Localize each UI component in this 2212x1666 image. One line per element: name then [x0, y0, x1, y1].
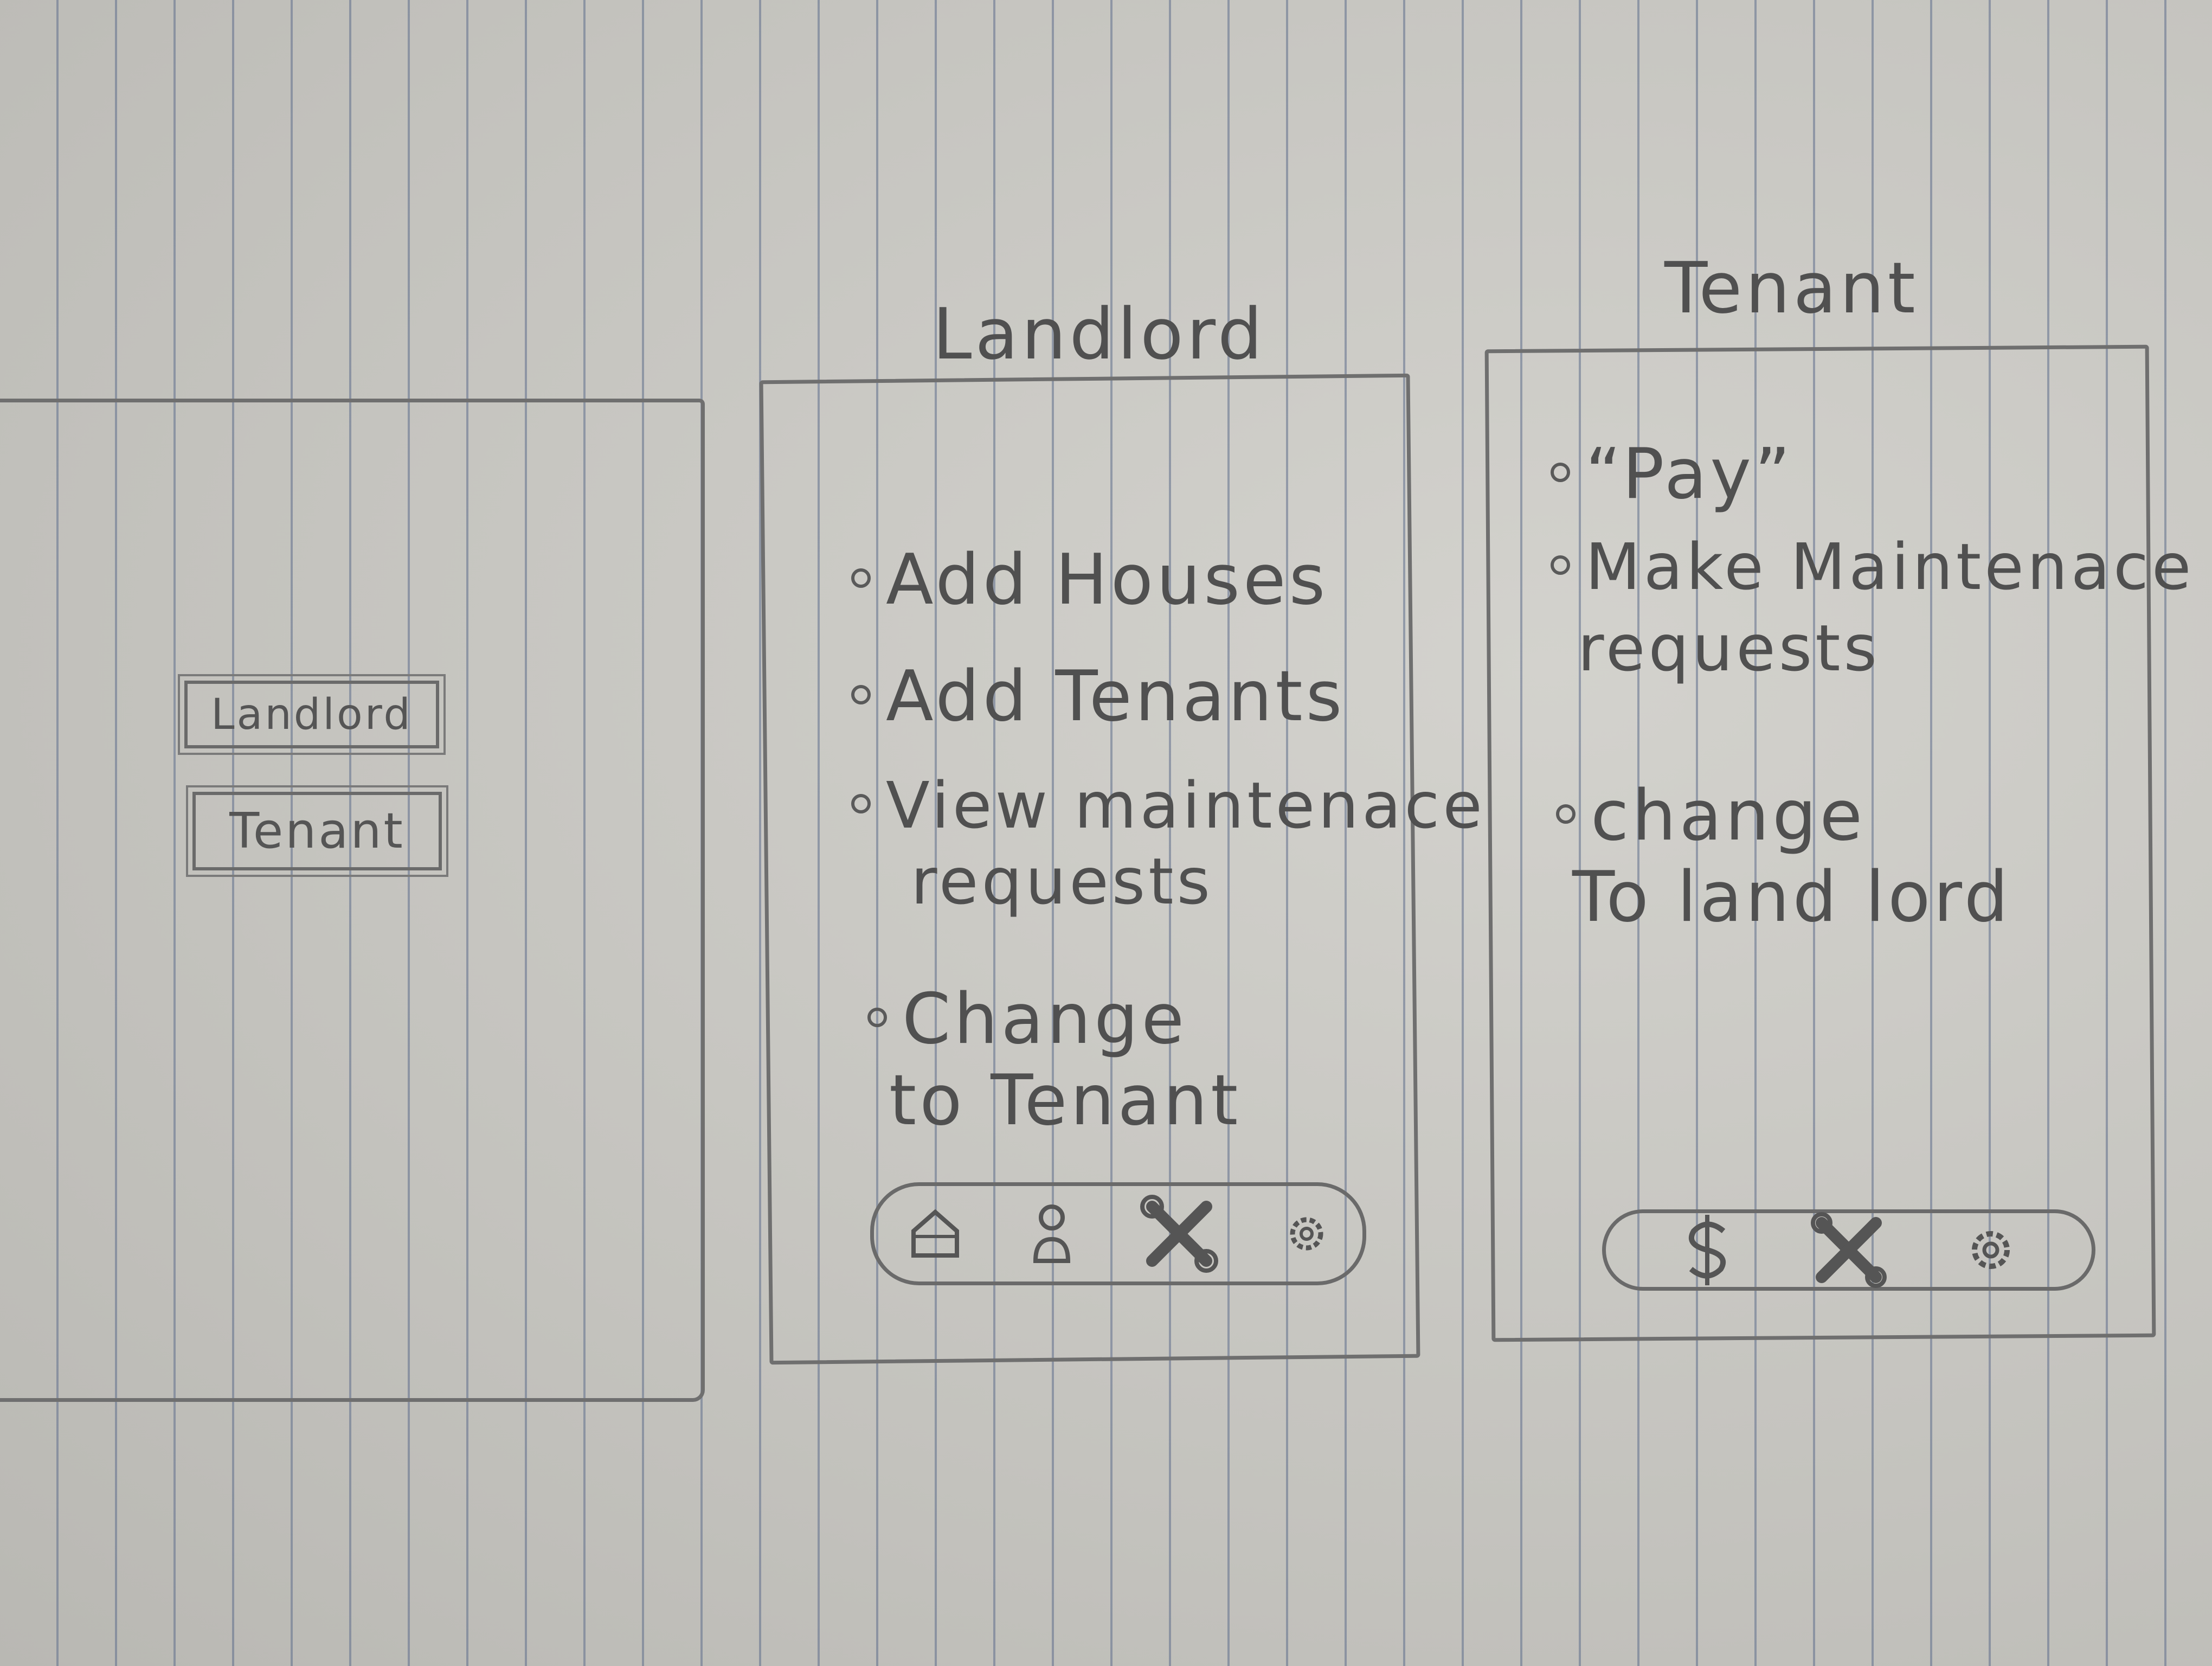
landlord-item-label: Add Tenants	[886, 656, 1346, 737]
profile-icon[interactable]	[1027, 1201, 1076, 1266]
tenant-button[interactable]: Tenant	[186, 785, 448, 877]
tenant-item-list: “Pay” Make Maintenace requests change To…	[1551, 434, 2191, 938]
bullet-icon	[851, 684, 871, 704]
tenant-item-label: Make Maintenace	[1585, 529, 2195, 604]
home-icon[interactable]	[905, 1204, 965, 1264]
settings-icon[interactable]	[1964, 1223, 2018, 1277]
bullet-icon	[1551, 555, 1570, 575]
landlord-button[interactable]: Landlord	[178, 674, 446, 755]
bullet-icon	[867, 1007, 887, 1027]
role-select-screen	[0, 399, 705, 1402]
tenant-button-label: Tenant	[229, 803, 405, 860]
dollar-icon[interactable]	[1680, 1212, 1734, 1288]
landlord-bottom-nav	[870, 1182, 1366, 1285]
landlord-screen-title: Landlord	[933, 293, 1266, 375]
landlord-item-label: Change	[902, 979, 1188, 1060]
tenant-item-label: change	[1591, 776, 1866, 856]
landlord-item-label: Add Houses	[886, 540, 1329, 620]
landlord-item-add-tenants[interactable]: Add Tenants	[851, 656, 1404, 738]
tools-icon[interactable]	[1139, 1193, 1220, 1274]
tenant-item-label-continued: To land lord	[1572, 857, 2011, 938]
tenant-item-maintenance-request[interactable]: Make Maintenace requests	[1551, 526, 2191, 689]
landlord-item-list: Add Houses Add Tenants View maintenace r…	[851, 540, 1482, 1141]
tenant-item-change-to-landlord[interactable]: change To land lord	[1556, 776, 2152, 938]
bullet-icon	[851, 793, 871, 813]
tenant-item-label-continued: requests	[1578, 611, 1881, 685]
tenant-bottom-nav	[1602, 1209, 2095, 1291]
bullet-icon	[1556, 804, 1576, 824]
landlord-item-change-to-tenant[interactable]: Change to Tenant	[867, 979, 1420, 1142]
settings-icon[interactable]	[1282, 1209, 1331, 1258]
tenant-item-pay[interactable]: “Pay”	[1551, 434, 2147, 515]
landlord-item-add-houses[interactable]: Add Houses	[851, 540, 1404, 621]
landlord-item-label-continued: to Tenant	[889, 1060, 1242, 1141]
tools-icon[interactable]	[1808, 1212, 1889, 1288]
landlord-item-label-continued: requests	[911, 844, 1214, 919]
landlord-item-label: View maintenace	[886, 768, 1486, 843]
landlord-button-label: Landlord	[211, 690, 413, 739]
tenant-item-label: “Pay”	[1585, 434, 1794, 515]
bullet-icon	[851, 568, 871, 588]
tenant-screen-title: Tenant	[1664, 247, 1919, 329]
landlord-item-view-maintenance[interactable]: View maintenace requests	[851, 767, 1482, 919]
bullet-icon	[1551, 462, 1570, 482]
